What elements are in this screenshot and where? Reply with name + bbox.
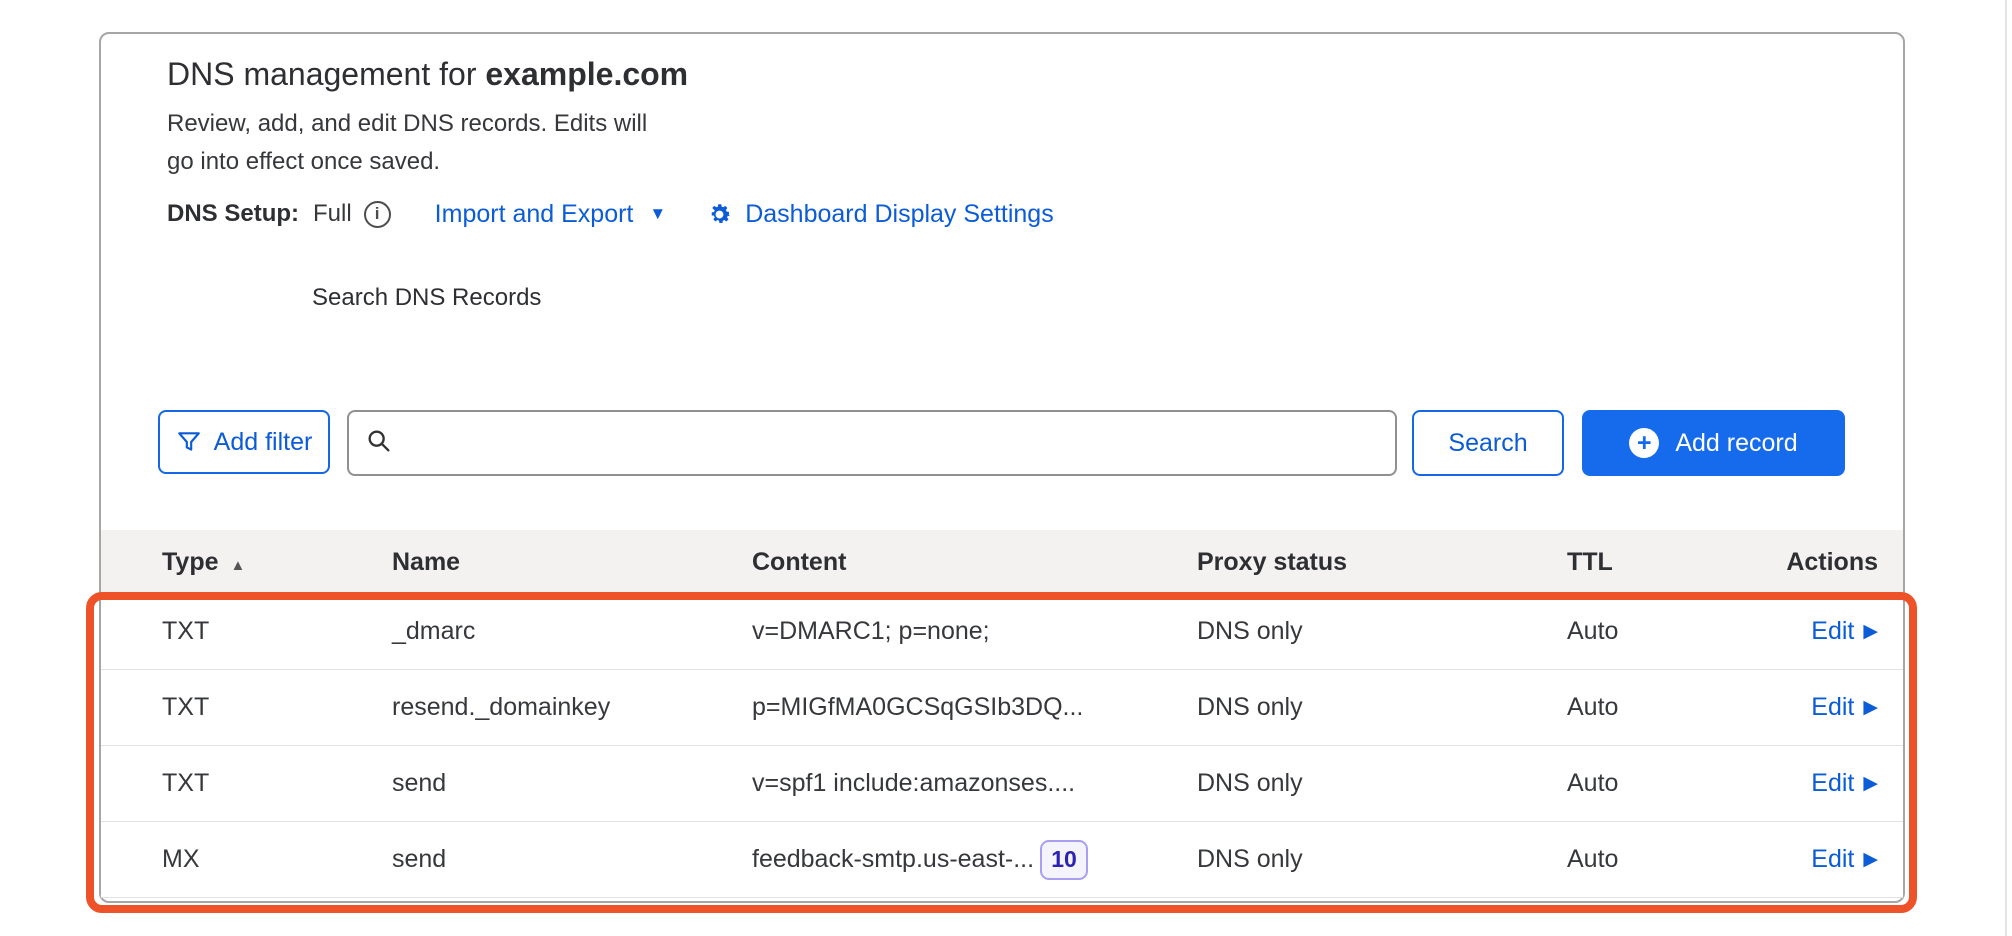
cell-ttl: Auto	[1567, 845, 1763, 874]
edit-caret-icon: ▶	[1863, 772, 1878, 795]
cell-type: TXT	[162, 617, 392, 646]
add-record-label: Add record	[1675, 429, 1797, 458]
edit-record-link[interactable]: Edit▶	[1811, 693, 1878, 722]
import-export-label: Import and Export	[435, 200, 634, 229]
add-filter-button[interactable]: Add filter	[158, 410, 330, 474]
edit-caret-icon: ▶	[1863, 848, 1878, 871]
cell-ttl: Auto	[1567, 617, 1763, 646]
edit-record-link[interactable]: Edit▶	[1811, 769, 1878, 798]
cell-type: TXT	[162, 693, 392, 722]
add-record-button[interactable]: + Add record	[1582, 410, 1845, 476]
table-row: TXT send v=spf1 include:amazonses.... DN…	[101, 746, 1903, 822]
cell-content: v=spf1 include:amazonses....	[752, 769, 1197, 798]
page-title-domain: example.com	[485, 56, 688, 92]
edit-record-link[interactable]: Edit▶	[1811, 617, 1878, 646]
table-header-row: Type▲ Name Content Proxy status TTL Acti…	[101, 530, 1903, 594]
page-subtitle: Review, add, and edit DNS records. Edits…	[167, 105, 647, 181]
dashboard-display-settings-link[interactable]: Dashboard Display Settings	[706, 200, 1054, 229]
cell-type: MX	[162, 845, 392, 874]
edit-caret-icon: ▶	[1863, 620, 1878, 643]
info-icon[interactable]: i	[364, 201, 391, 228]
search-records-label: Search DNS Records	[312, 284, 541, 312]
cell-content: v=DMARC1; p=none;	[752, 617, 1197, 646]
import-export-link[interactable]: Import and Export ▼	[435, 200, 667, 229]
subtitle-line: go into effect once saved.	[167, 143, 647, 181]
table-row: TXT resend._domainkey p=MIGfMA0GCSqGSIb3…	[101, 670, 1903, 746]
edit-record-link[interactable]: Edit▶	[1811, 845, 1878, 874]
header-ttl: TTL	[1567, 548, 1763, 577]
edit-caret-icon: ▶	[1863, 696, 1878, 719]
header-type[interactable]: Type▲	[162, 548, 392, 577]
add-filter-label: Add filter	[214, 428, 313, 457]
page-title-prefix: DNS management for	[167, 56, 485, 92]
search-icon	[365, 427, 393, 460]
cell-name: resend._domainkey	[392, 693, 752, 722]
header-proxy-status: Proxy status	[1197, 548, 1567, 577]
page-title: DNS management for example.com	[167, 56, 688, 93]
dns-setup-row: DNS Setup: Full i Import and Export ▼ Das…	[167, 192, 1054, 236]
table-row: TXT _dmarc v=DMARC1; p=none; DNS only Au…	[101, 594, 1903, 670]
subtitle-line: Review, add, and edit DNS records. Edits…	[167, 105, 647, 143]
cell-proxy-status: DNS only	[1197, 617, 1567, 646]
search-button-label: Search	[1448, 429, 1527, 458]
header-actions: Actions	[1763, 548, 1878, 577]
cell-name: _dmarc	[392, 617, 752, 646]
dashboard-display-settings-label: Dashboard Display Settings	[745, 200, 1054, 229]
gear-icon	[706, 201, 733, 228]
header-content: Content	[752, 548, 1197, 577]
cell-content: p=MIGfMA0GCSqGSIb3DQ...	[752, 693, 1197, 722]
header-name: Name	[392, 548, 752, 577]
mx-priority-badge: 10	[1040, 840, 1088, 880]
cell-name: send	[392, 769, 752, 798]
cell-name: send	[392, 845, 752, 874]
search-button[interactable]: Search	[1412, 410, 1564, 476]
cell-proxy-status: DNS only	[1197, 693, 1567, 722]
cell-proxy-status: DNS only	[1197, 845, 1567, 874]
cell-ttl: Auto	[1567, 693, 1763, 722]
screen: DNS management for example.com Review, a…	[0, 0, 2012, 936]
cell-ttl: Auto	[1567, 769, 1763, 798]
search-input-container	[347, 410, 1397, 476]
sort-ascending-icon: ▲	[231, 557, 246, 574]
dns-records-table: Type▲ Name Content Proxy status TTL Acti…	[101, 530, 1903, 898]
cell-type: TXT	[162, 769, 392, 798]
filter-funnel-icon	[176, 429, 202, 455]
dns-setup-label: DNS Setup:	[167, 200, 299, 228]
table-row: MX send feedback-smtp.us-east-...10 DNS …	[101, 822, 1903, 898]
chevron-down-icon: ▼	[649, 204, 666, 224]
cell-content: feedback-smtp.us-east-...10	[752, 840, 1197, 880]
plus-icon: +	[1629, 428, 1659, 458]
search-input[interactable]	[405, 429, 1379, 457]
dns-management-card: DNS management for example.com Review, a…	[99, 32, 1905, 903]
dns-setup-value: Full	[313, 200, 352, 228]
screen-edge-divider	[2005, 0, 2007, 936]
cell-proxy-status: DNS only	[1197, 769, 1567, 798]
